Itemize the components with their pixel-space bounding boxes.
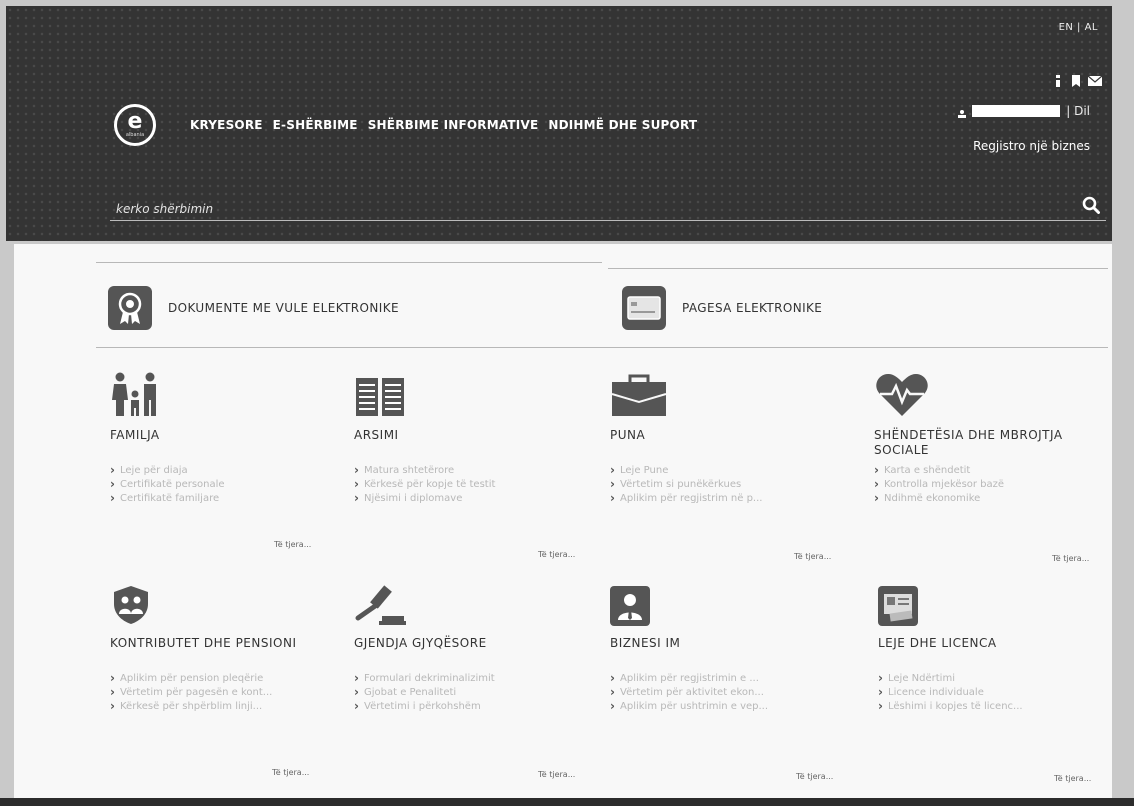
category-title: ARSIMI bbox=[354, 428, 399, 442]
payment-card-icon bbox=[622, 286, 666, 330]
category-title: SHËNDETËSIA DHE MBROJTJA SOCIALE bbox=[874, 428, 1063, 457]
e-albania-logo[interactable]: e albania bbox=[114, 104, 156, 146]
category-biznesi-im[interactable]: BIZNESI IM Aplikim për regjistrimin e ..… bbox=[610, 580, 840, 714]
category-link[interactable]: Matura shtetërore bbox=[354, 464, 584, 478]
category-familja[interactable]: FAMILJA Leje për diaja Certifikatë perso… bbox=[110, 372, 340, 506]
category-links: Leje Pune Vërtetim si punëkërkues Apliki… bbox=[610, 464, 840, 506]
language-switch[interactable]: EN | AL bbox=[1059, 22, 1098, 33]
divider bbox=[608, 268, 1108, 269]
more-link[interactable]: Të tjera... bbox=[274, 540, 311, 549]
category-link[interactable]: Certifikatë familjare bbox=[110, 492, 340, 506]
category-link[interactable]: Aplikim për ushtrimin e vep... bbox=[610, 700, 840, 714]
shield-people-icon bbox=[110, 580, 340, 626]
category-title: LEJE DHE LICENCA bbox=[878, 636, 997, 650]
heartbeat-icon bbox=[874, 372, 1104, 418]
category-link[interactable]: Certifikatë personale bbox=[110, 478, 340, 492]
search-bar bbox=[110, 194, 1106, 221]
category-link[interactable]: Aplikim për regjistrim në p... bbox=[610, 492, 840, 506]
user-area: | Dil bbox=[958, 104, 1090, 118]
category-link[interactable]: Kërkesë për shpërblim linji... bbox=[110, 700, 340, 714]
category-arsimi[interactable]: ARSIMI Matura shtetërore Kërkesë për kop… bbox=[354, 372, 584, 506]
register-business-link[interactable]: Regjistro një biznes bbox=[973, 139, 1090, 153]
category-link[interactable]: Aplikim për regjistrimin e ... bbox=[610, 672, 840, 686]
category-links: Formulari dekriminalizimit Gjobat e Pena… bbox=[354, 672, 584, 714]
category-link[interactable]: Licence individuale bbox=[878, 686, 1108, 700]
more-link[interactable]: Të tjera... bbox=[272, 768, 309, 777]
feature-electronic-payments[interactable]: PAGESA ELEKTRONIKE bbox=[622, 286, 822, 330]
search-input[interactable] bbox=[114, 198, 1038, 220]
category-links: Aplikim për regjistrimin e ... Vërtetim … bbox=[610, 672, 840, 714]
category-shendetesia[interactable]: SHËNDETËSIA DHE MBROJTJA SOCIALE Karta e… bbox=[874, 372, 1104, 506]
nav-sherbime-informative[interactable]: SHËRBIME INFORMATIVE bbox=[368, 118, 539, 132]
category-link[interactable]: Karta e shëndetit bbox=[874, 464, 1104, 478]
user-icon bbox=[958, 107, 967, 118]
footer-edge bbox=[0, 798, 1134, 806]
category-title: FAMILJA bbox=[110, 428, 160, 442]
more-link[interactable]: Të tjera... bbox=[794, 552, 831, 561]
category-kontributet[interactable]: KONTRIBUTET DHE PENSIONI Aplikim për pen… bbox=[110, 580, 340, 714]
business-person-icon bbox=[610, 580, 840, 626]
logout-link[interactable]: | Dil bbox=[1066, 104, 1090, 118]
category-link[interactable]: Leje Ndërtimi bbox=[878, 672, 1108, 686]
category-link[interactable]: Kërkesë për kopje të testit bbox=[354, 478, 584, 492]
logo-letter: e bbox=[127, 109, 143, 134]
category-links: Leje për diaja Certifikatë personale Cer… bbox=[110, 464, 340, 506]
category-link[interactable]: Formulari dekriminalizimit bbox=[354, 672, 584, 686]
category-links: Matura shtetërore Kërkesë për kopje të t… bbox=[354, 464, 584, 506]
mail-icon[interactable] bbox=[1087, 72, 1103, 86]
category-link[interactable]: Lëshimi i kopjes të licenc... bbox=[878, 700, 1108, 714]
category-title: KONTRIBUTET DHE PENSIONI bbox=[110, 636, 297, 650]
category-links: Aplikim për pension pleqërie Vërtetim pë… bbox=[110, 672, 340, 714]
search-icon[interactable] bbox=[1082, 196, 1100, 214]
category-leje-dhe-licenca[interactable]: LEJE DHE LICENCA Leje Ndërtimi Licence i… bbox=[878, 580, 1108, 714]
category-link[interactable]: Vërtetim për pagesën e kont... bbox=[110, 686, 340, 700]
category-puna[interactable]: PUNA Leje Pune Vërtetim si punëkërkues A… bbox=[610, 372, 840, 506]
main-nav: KRYESORE E-SHËRBIME SHËRBIME INFORMATIVE… bbox=[190, 118, 697, 132]
logo-subtitle: albania bbox=[125, 132, 145, 138]
category-link[interactable]: Aplikim për pension pleqërie bbox=[110, 672, 340, 686]
category-link[interactable]: Ndihmë ekonomike bbox=[874, 492, 1104, 506]
category-title: PUNA bbox=[610, 428, 646, 442]
redacted-username bbox=[972, 105, 1061, 117]
category-title: GJENDJA GJYQËSORE bbox=[354, 636, 487, 650]
category-link[interactable]: Vërtetim për aktivitet ekon... bbox=[610, 686, 840, 700]
category-link[interactable]: Leje Pune bbox=[610, 464, 840, 478]
category-link[interactable]: Njësimi i diplomave bbox=[354, 492, 584, 506]
more-link[interactable]: Të tjera... bbox=[538, 550, 575, 559]
nav-kryesore[interactable]: KRYESORE bbox=[190, 118, 263, 132]
more-link[interactable]: Të tjera... bbox=[538, 770, 575, 779]
toolbar-icons bbox=[1052, 72, 1103, 87]
gavel-icon bbox=[354, 580, 584, 626]
category-title: BIZNESI IM bbox=[610, 636, 681, 650]
feature-title: DOKUMENTE ME VULE ELEKTRONIKE bbox=[168, 301, 399, 315]
feature-title: PAGESA ELEKTRONIKE bbox=[682, 301, 823, 315]
category-link[interactable]: Leje për diaja bbox=[110, 464, 340, 478]
category-link[interactable]: Vërtetim si punëkërkues bbox=[610, 478, 840, 492]
divider bbox=[96, 262, 602, 263]
more-link[interactable]: Të tjera... bbox=[1052, 554, 1089, 563]
more-link[interactable]: Të tjera... bbox=[796, 772, 833, 781]
category-links: Karta e shëndetit Kontrolla mjekësor baz… bbox=[874, 464, 1104, 506]
divider bbox=[96, 347, 1108, 348]
award-ribbon-icon bbox=[108, 286, 152, 330]
header: EN | AL e albania KRYESORE E-SHËRBIME SH… bbox=[6, 6, 1112, 241]
category-gjendja-gjyqesore[interactable]: GJENDJA GJYQËSORE Formulari dekriminaliz… bbox=[354, 580, 584, 714]
open-book-icon bbox=[354, 372, 584, 418]
bookmark-icon[interactable] bbox=[1070, 72, 1082, 87]
license-card-icon bbox=[878, 580, 1108, 626]
nav-e-sherbime[interactable]: E-SHËRBIME bbox=[273, 118, 358, 132]
category-link[interactable]: Gjobat e Penaliteti bbox=[354, 686, 584, 700]
content-panel: DOKUMENTE ME VULE ELEKTRONIKE PAGESA ELE… bbox=[14, 244, 1112, 802]
feature-documents-eseal[interactable]: DOKUMENTE ME VULE ELEKTRONIKE bbox=[108, 286, 399, 330]
nav-ndihme-dhe-suport[interactable]: NDIHMË DHE SUPORT bbox=[548, 118, 697, 132]
briefcase-icon bbox=[610, 372, 840, 418]
category-link[interactable]: Vërtetimi i përkohshëm bbox=[354, 700, 584, 714]
category-link[interactable]: Kontrolla mjekësor bazë bbox=[874, 478, 1104, 492]
category-links: Leje Ndërtimi Licence individuale Lëshim… bbox=[878, 672, 1108, 714]
more-link[interactable]: Të tjera... bbox=[1054, 774, 1091, 783]
info-icon[interactable] bbox=[1052, 72, 1064, 87]
family-icon bbox=[110, 372, 340, 418]
